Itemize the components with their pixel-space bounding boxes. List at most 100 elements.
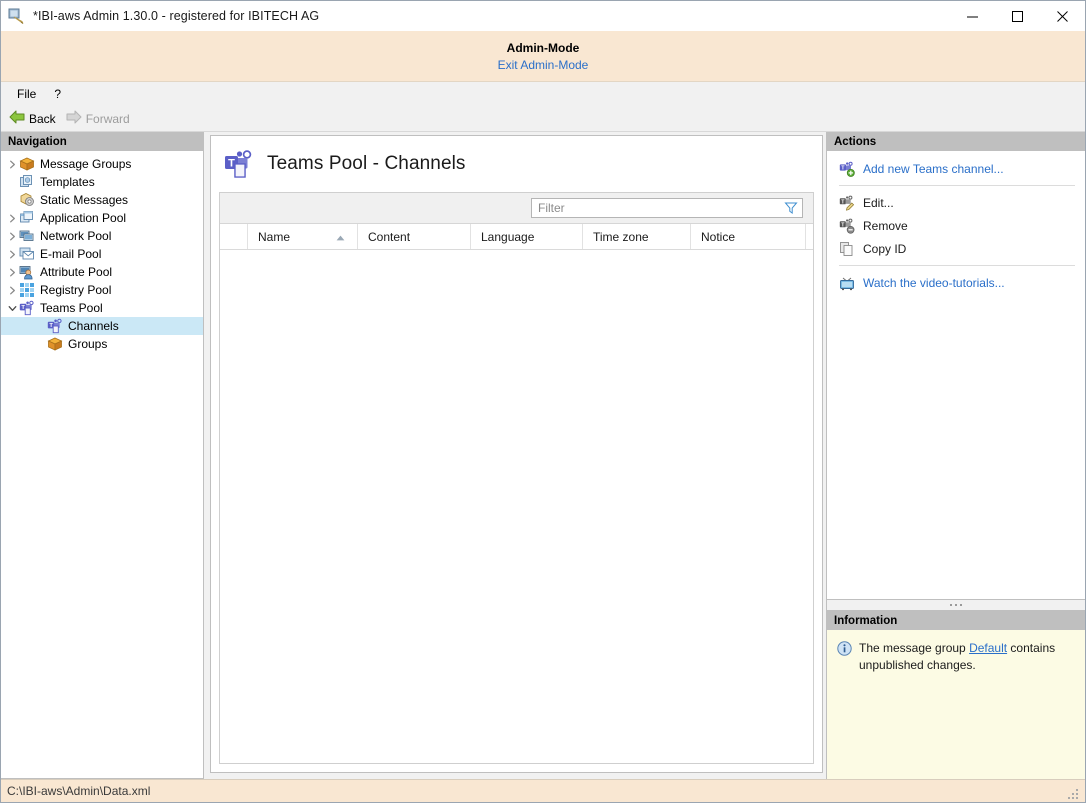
grid-column-header-label: Content [368,230,410,244]
minimize-button[interactable] [950,1,995,31]
action-label: Copy ID [863,242,906,256]
actions-list[interactable]: TAdd new Teams channel... T Edit... T Remove… [827,151,1085,600]
information-message: The message group Default contains unpub… [859,640,1075,674]
navigation-sidebar: Navigation Message Groups Templates Static… [1,132,204,779]
chevron-right-icon[interactable] [5,214,19,223]
action-edit[interactable]: T Edit... [827,191,1085,214]
action-label: Add new Teams channel... [863,162,1004,176]
navigation-tree[interactable]: Message Groups Templates Static Messages Ap… [1,151,203,778]
chevron-right-icon[interactable] [5,232,19,241]
sidebar-item-teams-pool[interactable]: TTeams Pool [1,299,203,317]
sidebar-item-static-messages[interactable]: Static Messages [1,191,203,209]
copy-icon [839,241,855,257]
forward-arrow-icon [66,110,82,127]
svg-text:T: T [49,323,53,329]
action-add-new-teams-channel[interactable]: TAdd new Teams channel... [827,157,1085,180]
sidebar-item-channels[interactable]: T Channels [1,317,203,335]
right-panel: Actions TAdd new Teams channel...TEdit..… [826,132,1085,779]
application-window: *IBI-aws Admin 1.30.0 - registered for I… [0,0,1086,803]
action-separator [839,185,1075,186]
chevron-right-icon[interactable] [5,160,19,169]
television-icon [839,275,855,291]
action-label: Remove [863,219,908,233]
sidebar-item-label: Teams Pool [40,301,103,315]
grid-row-selector-header [220,224,248,249]
close-button[interactable] [1040,1,1085,31]
back-button[interactable]: Back [9,110,56,127]
app-icon [7,6,27,26]
menu-item-help[interactable]: ? [46,84,69,104]
information-header: Information [827,611,1085,630]
menu-item-file[interactable]: File [9,84,44,104]
action-remove[interactable]: T Remove [827,214,1085,237]
back-label: Back [29,112,56,126]
funnel-icon[interactable] [780,201,802,215]
menu-bar: File ? [1,82,1085,106]
sidebar-item-label: Attribute Pool [40,265,112,279]
page-title: Teams Pool - Channels [267,153,466,175]
back-arrow-icon [9,110,25,127]
action-label: Watch the video-tutorials... [863,276,1005,290]
navigation-header: Navigation [1,132,203,151]
teams-edit-icon: T [839,195,855,211]
sidebar-item-attribute-pool[interactable]: Attribute Pool [1,263,203,281]
status-bar: C:\IBI-aws\Admin\Data.xml [1,779,1085,802]
action-copy-id[interactable]: Copy ID [827,237,1085,260]
sidebar-item-label: Static Messages [40,193,128,207]
sidebar-item-registry-pool[interactable]: Registry Pool [1,281,203,299]
exit-admin-mode-link[interactable]: Exit Admin-Mode [498,58,589,72]
package-icon [47,336,63,352]
maximize-button[interactable] [995,1,1040,31]
chevron-right-icon[interactable] [5,268,19,277]
default-message-group-link[interactable]: Default [969,641,1007,655]
resize-grip[interactable] [1068,786,1081,799]
filter-box[interactable] [531,198,803,218]
sidebar-item-e-mail-pool[interactable]: E-mail Pool [1,245,203,263]
info-text-before: The message group [859,641,969,655]
sidebar-item-label: E-mail Pool [40,247,101,261]
action-label: Edit... [863,196,894,210]
chevron-right-icon[interactable] [5,250,19,259]
sidebar-item-network-pool[interactable]: Network Pool [1,227,203,245]
sidebar-item-label: Message Groups [40,157,131,171]
chevron-down-icon[interactable] [5,304,19,313]
forward-label: Forward [86,112,130,126]
action-watch-the-video-tutorials[interactable]: Watch the video-tutorials... [827,271,1085,294]
registry-grid-icon [19,282,35,298]
sidebar-item-label: Application Pool [40,211,126,225]
chevron-right-icon[interactable] [5,286,19,295]
content-panel: T Teams Pool - Channels [210,135,823,773]
teams-remove-icon: T [839,218,855,234]
sidebar-item-label: Network Pool [40,229,111,243]
main-body: Navigation Message Groups Templates Static… [1,132,1085,779]
sidebar-item-label: Channels [68,319,119,333]
window-title: *IBI-aws Admin 1.30.0 - registered for I… [33,9,319,23]
sidebar-item-label: Templates [40,175,95,189]
admin-mode-title: Admin-Mode [507,41,580,55]
information-section: Information The message group Default co… [827,610,1085,779]
grid-column-header-content[interactable]: Content [358,224,471,249]
action-separator [839,265,1075,266]
sidebar-item-templates[interactable]: Templates [1,173,203,191]
sidebar-item-message-groups[interactable]: Message Groups [1,155,203,173]
grid-column-header-name[interactable]: Name [248,224,358,249]
teams-icon: T [47,318,63,334]
grid-header-row: Name Content Language Time zone Notice [220,224,813,250]
sidebar-item-groups[interactable]: Groups [1,335,203,353]
svg-text:T: T [228,157,235,169]
grid-column-header-label: Language [481,230,534,244]
content-area: T Teams Pool - Channels [204,132,826,779]
grid-rows[interactable] [220,250,813,763]
grid-column-header-time-zone[interactable]: Time zone [583,224,691,249]
grid-column-header-language[interactable]: Language [471,224,583,249]
sort-ascending-icon [336,230,345,244]
grid-column-header-label: Time zone [593,230,649,244]
envelope-icon [19,246,35,262]
grid-column-header-notice[interactable]: Notice [691,224,806,249]
panel-splitter[interactable] [827,600,1085,610]
sidebar-item-label: Registry Pool [40,283,111,297]
static-gear-icon [19,192,35,208]
data-grid: Name Content Language Time zone Notice [219,192,814,764]
sidebar-item-application-pool[interactable]: Application Pool [1,209,203,227]
filter-input[interactable] [532,201,780,215]
